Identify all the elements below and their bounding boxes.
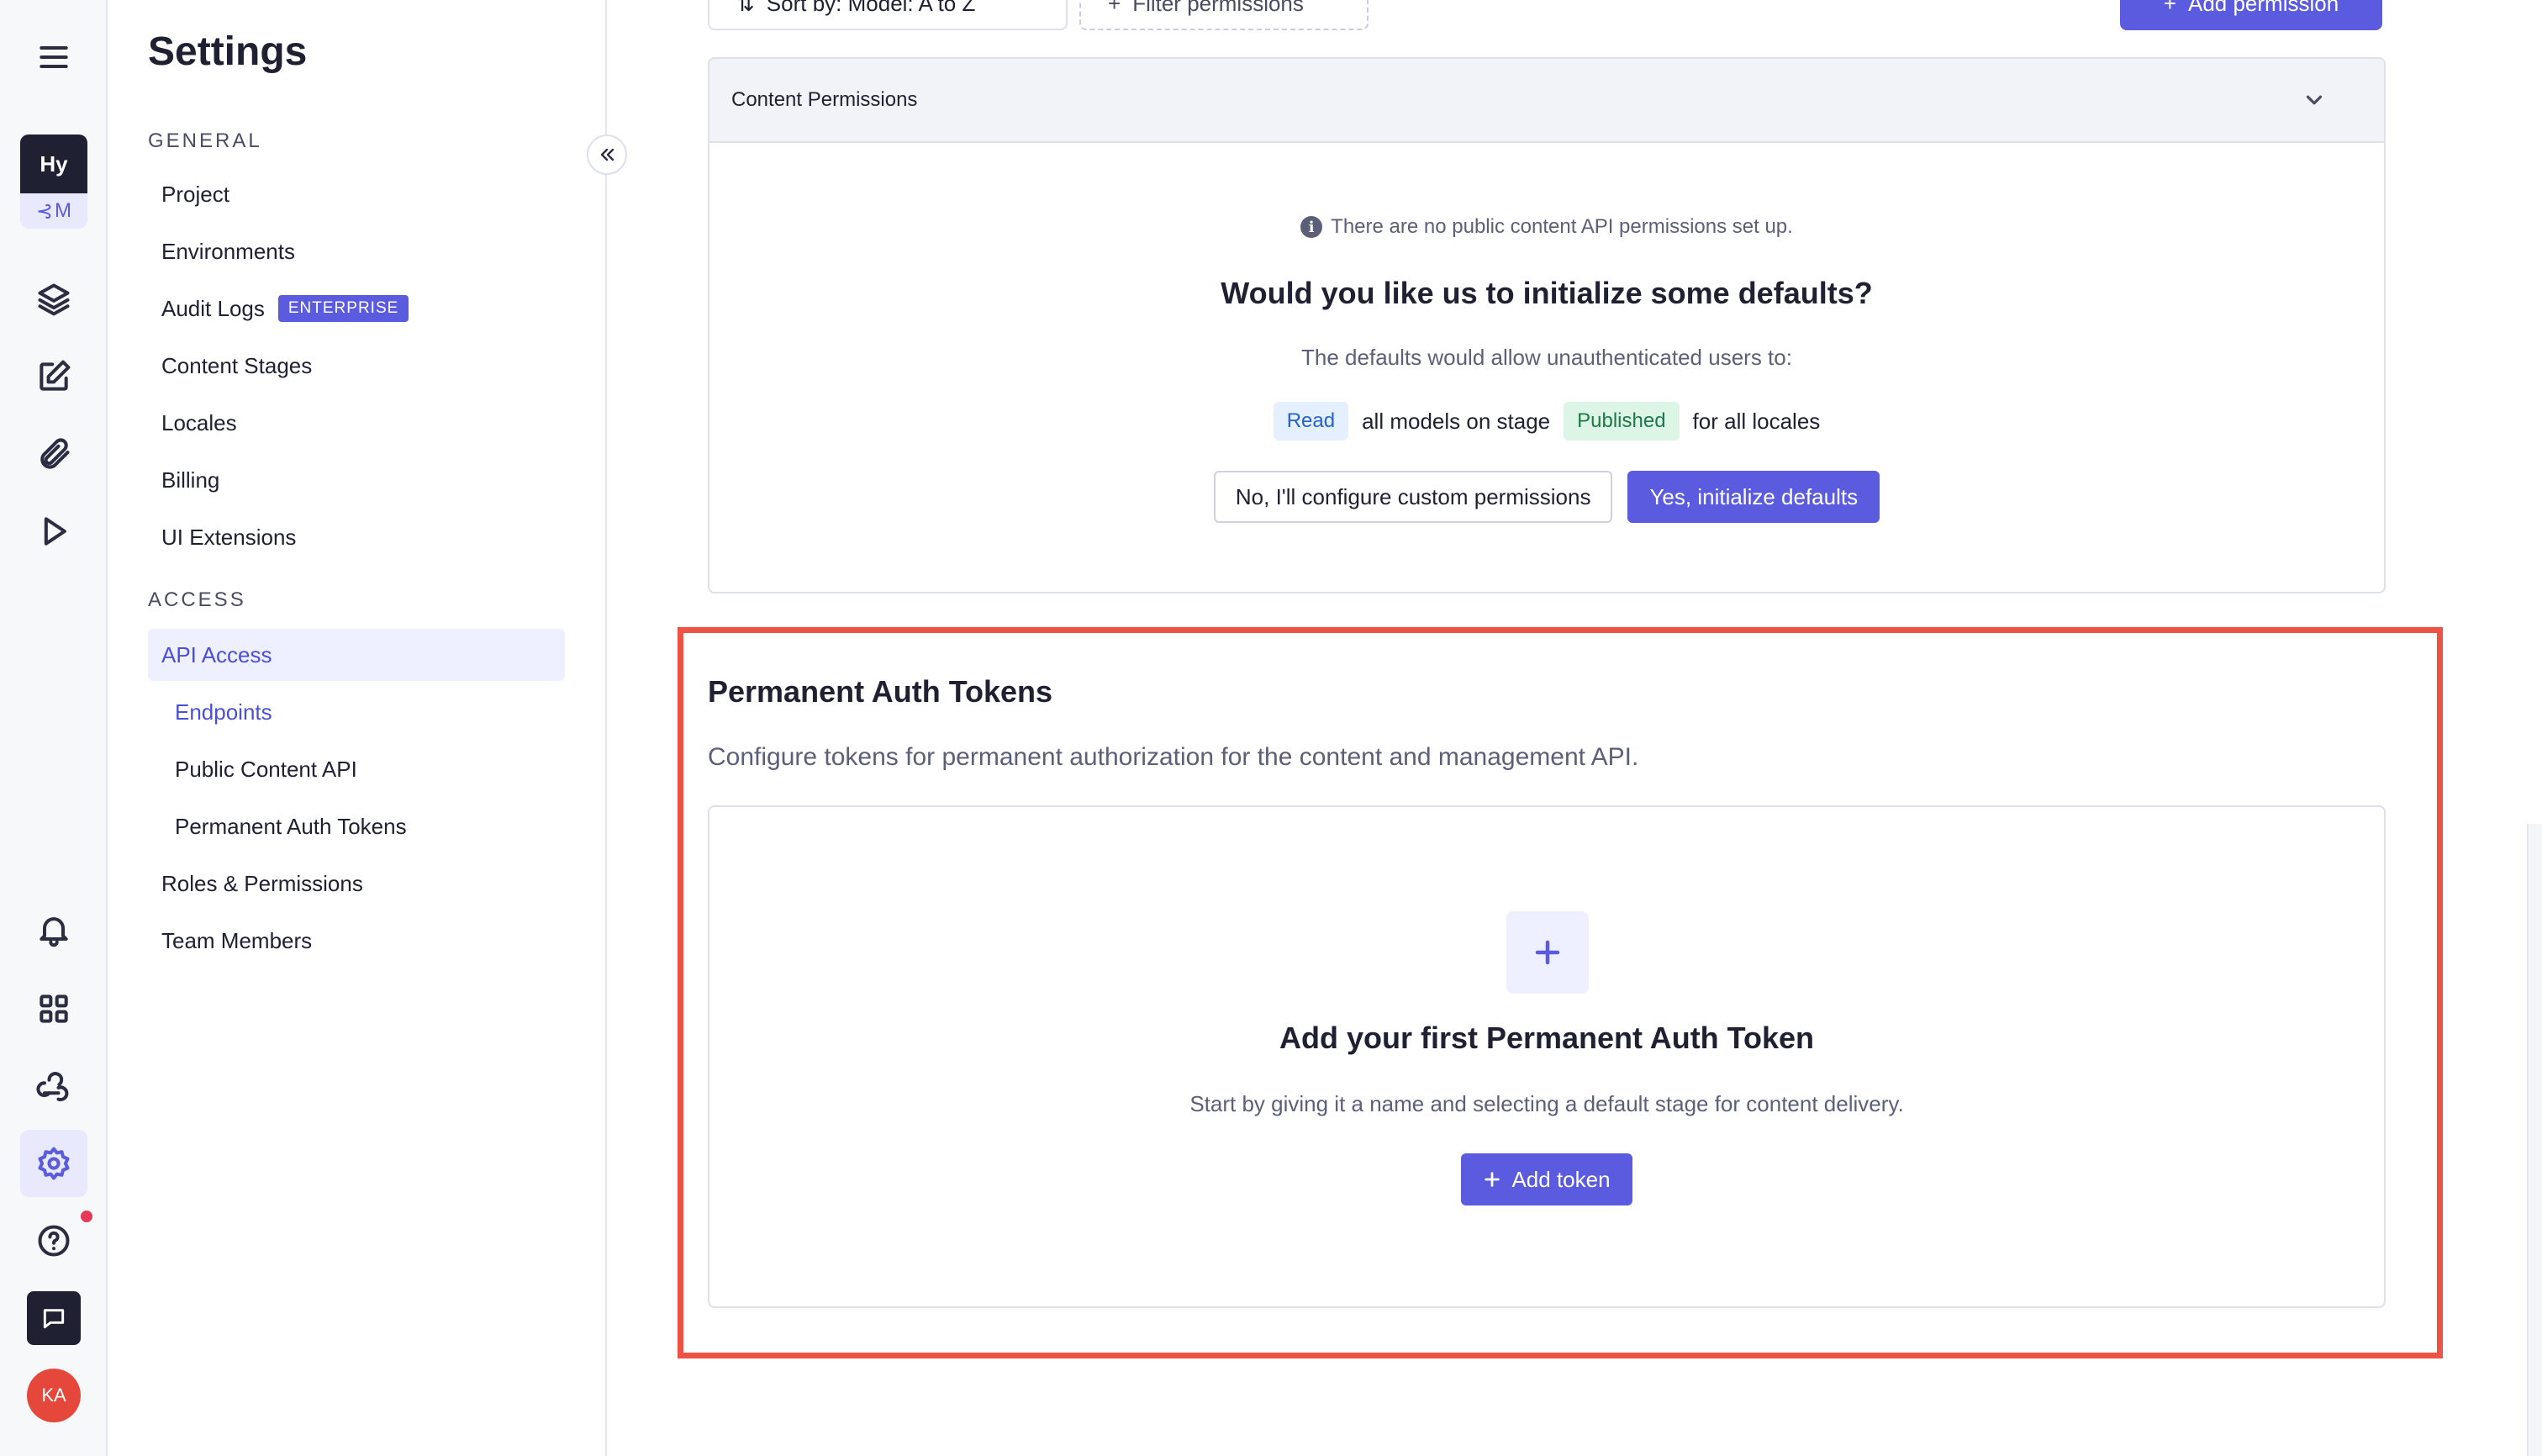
icon-rail: Hy ⊰ M KA — [0, 0, 108, 1456]
help-icon[interactable] — [20, 1207, 87, 1274]
project-initials: Hy — [20, 135, 87, 193]
empty-state-title: Add your first Permanent Auth Token — [1279, 1021, 1815, 1055]
sort-icon: ⇅ — [736, 0, 755, 16]
nav-item-roles-permissions[interactable]: Roles & Permissions — [148, 857, 565, 910]
main-content: ⇅ Sort by: Model: A to Z + Filter permis… — [607, 0, 2542, 1456]
empty-state-description: Start by giving it a name and selecting … — [1189, 1091, 1904, 1116]
sidebar-title: Settings — [148, 29, 308, 74]
layers-icon[interactable] — [20, 266, 87, 333]
apps-grid-icon[interactable] — [20, 975, 87, 1042]
nav-item-ui-extensions[interactable]: UI Extensions — [148, 511, 565, 563]
user-avatar[interactable]: KA — [27, 1369, 81, 1422]
add-token-wrap: Add token — [709, 1153, 2384, 1205]
branch-icon: ⊰ — [35, 199, 54, 223]
section-general: GENERAL — [148, 129, 262, 152]
defaults-description: The defaults would allow unauthenticated… — [1301, 345, 1792, 370]
permissions-info: i There are no public content API permis… — [709, 215, 2384, 239]
add-permission-button[interactable]: + Add permission — [2120, 0, 2382, 30]
filter-permissions-button[interactable]: + Filter permissions — [1079, 0, 1369, 30]
nav-item-project[interactable]: Project — [148, 168, 565, 220]
project-switcher[interactable]: Hy ⊰ M — [20, 135, 87, 229]
plus-icon: + — [1108, 0, 1121, 16]
sort-button[interactable]: ⇅ Sort by: Model: A to Z — [708, 0, 1068, 30]
custom-permissions-button[interactable]: No, I'll configure custom permissions — [1213, 471, 1613, 523]
chevron-down-icon — [2306, 95, 2323, 105]
bell-icon[interactable] — [20, 896, 87, 963]
settings-gear-icon[interactable] — [20, 1130, 87, 1197]
nav-item-permanent-auth-tokens[interactable]: Permanent Auth Tokens — [148, 800, 565, 852]
paperclip-icon[interactable] — [20, 420, 87, 488]
nav-item-endpoints[interactable]: Endpoints — [148, 686, 565, 738]
nav-item-public-content-api[interactable]: Public Content API — [148, 743, 565, 795]
chat-icon[interactable] — [27, 1291, 81, 1345]
plus-icon — [1506, 911, 1589, 994]
webhook-icon[interactable] — [20, 1052, 87, 1120]
nav-item-content-stages[interactable]: Content Stages — [148, 340, 565, 392]
nav-item-environments[interactable]: Environments — [148, 225, 565, 277]
initialize-defaults-button[interactable]: Yes, initialize defaults — [1627, 471, 1880, 523]
nav-item-team-members[interactable]: Team Members — [148, 915, 565, 967]
play-icon[interactable] — [20, 498, 87, 565]
menu-icon[interactable] — [20, 24, 87, 91]
initialize-question: Would you like us to initialize some def… — [1221, 276, 1873, 310]
info-icon: i — [1300, 216, 1323, 238]
plus-icon: + — [2163, 0, 2176, 16]
notification-dot — [81, 1211, 92, 1222]
nav-item-billing[interactable]: Billing — [148, 454, 565, 506]
content-permissions-card: Content Permissions i There are no publi… — [708, 57, 2386, 593]
nav-item-audit-logs[interactable]: Audit Logs ENTERPRISE — [148, 282, 565, 335]
nav-item-locales[interactable]: Locales — [148, 397, 565, 449]
settings-sidebar: Settings GENERAL Project Environments Au… — [108, 0, 607, 1456]
tokens-section-title: Permanent Auth Tokens — [708, 674, 1053, 709]
add-token-button[interactable]: Add token — [1461, 1153, 1632, 1205]
read-pill: Read — [1273, 402, 1349, 440]
nav-item-api-access[interactable]: API Access — [148, 629, 565, 681]
enterprise-badge: ENTERPRISE — [277, 295, 409, 322]
defaults-summary: Read all models on stage Published for a… — [709, 402, 2384, 440]
edit-icon[interactable] — [20, 343, 87, 410]
plus-icon — [1485, 1172, 1500, 1187]
published-stage-pill: Published — [1564, 402, 1680, 440]
scrollbar-track[interactable] — [2527, 824, 2542, 1456]
environment-indicator: ⊰ M — [20, 193, 87, 229]
content-permissions-header[interactable]: Content Permissions — [709, 59, 2384, 143]
tokens-empty-card: Add your first Permanent Auth Token Star… — [708, 805, 2386, 1308]
tokens-section-description: Configure tokens for permanent authoriza… — [708, 743, 1639, 771]
section-access: ACCESS — [148, 588, 246, 611]
defaults-actions: No, I'll configure custom permissions Ye… — [709, 471, 2384, 523]
